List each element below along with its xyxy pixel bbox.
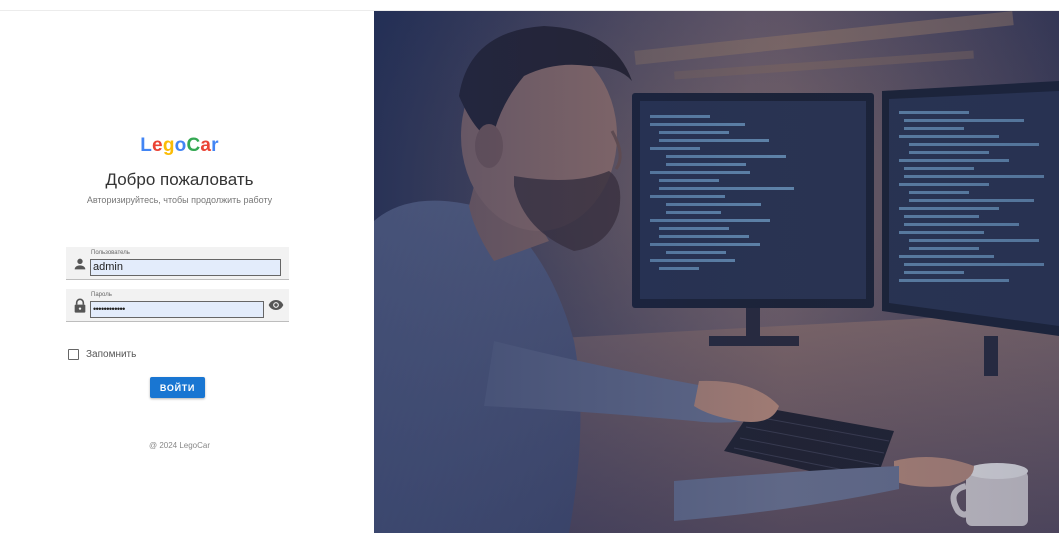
lock-icon	[74, 298, 86, 313]
password-label: Пароль	[91, 292, 112, 298]
developer-photo	[374, 11, 1059, 533]
page-subtitle: Авторизируйтесь, чтобы продолжить работу	[86, 195, 273, 205]
brand-letter: g	[162, 135, 175, 156]
person-icon	[74, 258, 86, 270]
username-input[interactable]: admin	[90, 259, 281, 276]
brand-logo: LegoCar	[0, 135, 359, 157]
brand-letter: a	[200, 135, 212, 156]
password-input[interactable]: ••••••••••••	[90, 301, 264, 318]
remember-label: Запомнить	[86, 349, 137, 360]
eye-icon[interactable]	[268, 297, 284, 313]
page-title: Добро пожаловать	[105, 170, 254, 189]
username-field[interactable]: Пользователь admin	[66, 247, 289, 280]
brand-letter: L	[140, 135, 153, 156]
username-label: Пользователь	[91, 250, 130, 256]
password-field[interactable]: Пароль ••••••••••••	[66, 289, 289, 322]
brand-letter: e	[152, 135, 163, 156]
copyright: @ 2024 LegoCar	[148, 441, 211, 450]
brand-letter: r	[211, 135, 219, 156]
brand-letter: o	[174, 135, 187, 156]
brand-letter: C	[186, 135, 201, 156]
login-button[interactable]: ВОЙТИ	[150, 377, 205, 398]
hero-image	[374, 11, 1059, 533]
remember-checkbox[interactable]	[68, 349, 79, 360]
top-bar	[0, 0, 1059, 11]
